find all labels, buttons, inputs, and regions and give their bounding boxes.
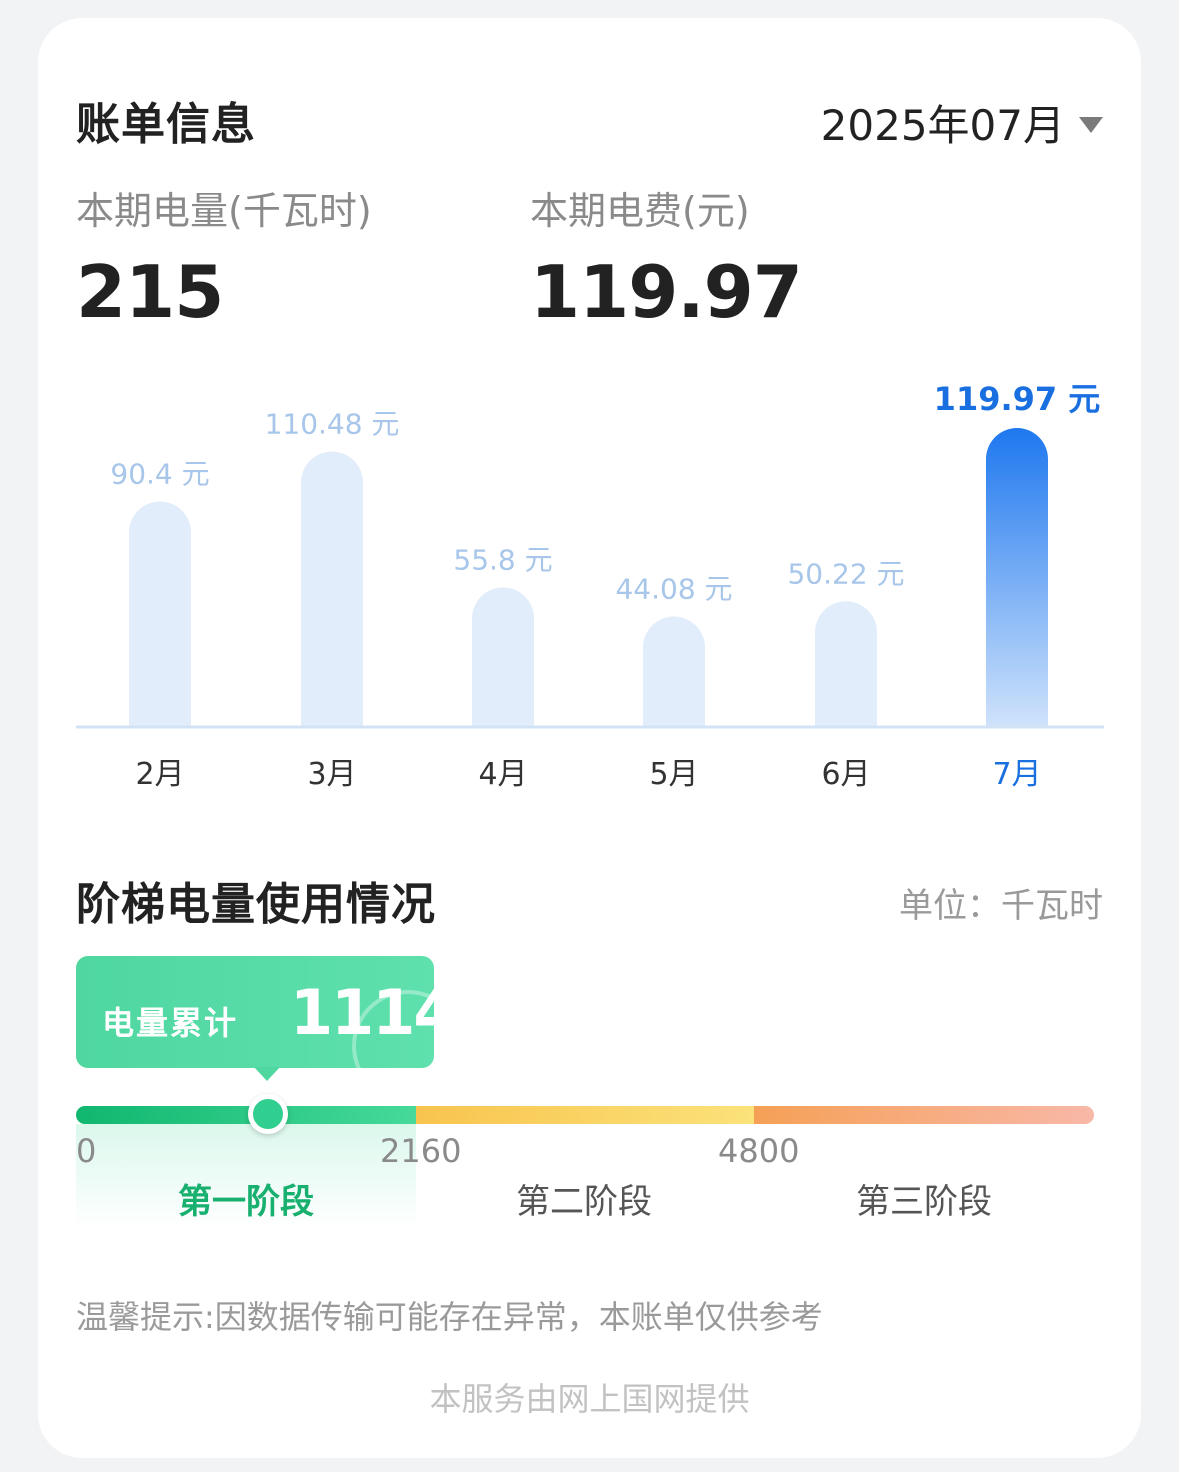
tier-bar-stage-2 xyxy=(416,1106,754,1124)
usage-position-knob[interactable] xyxy=(248,1094,288,1134)
bar-3[interactable] xyxy=(472,587,534,726)
tier-section-title: 阶梯电量使用情况 xyxy=(76,879,436,930)
stage-label-3: 第三阶段 xyxy=(856,1182,992,1222)
usage-value: 215 xyxy=(76,250,224,334)
bar-value-label-1: 90.4 元 xyxy=(110,457,209,490)
footer-text: 本服务由网上国网提供 xyxy=(429,1380,750,1418)
bill-card: 账单信息 2025年07月 本期电量(千瓦时) 215 本期电费(元) 119.… xyxy=(38,18,1141,1458)
tier-unit-label: 单位：千瓦时 xyxy=(899,886,1103,926)
fee-label: 本期电费(元) xyxy=(530,189,750,233)
category-label-6[interactable]: 7月 xyxy=(992,757,1041,792)
stage-label-1: 第一阶段 xyxy=(178,1182,314,1222)
tier-tick-4800: 4800 xyxy=(718,1132,800,1170)
dropdown-triangle-icon xyxy=(1079,116,1103,133)
bar-4[interactable] xyxy=(643,616,705,726)
bar-6[interactable] xyxy=(986,428,1048,726)
category-label-4[interactable]: 5月 xyxy=(649,757,698,792)
bar-2[interactable] xyxy=(301,451,363,726)
bar-value-label-6: 119.97 元 xyxy=(934,380,1101,418)
cumulative-usage-tooltip: 电量累计 1114 xyxy=(76,956,434,1068)
bar-value-label-2: 110.48 元 xyxy=(265,408,400,441)
bar-value-label-5: 50.22 元 xyxy=(787,557,904,590)
bar-5[interactable] xyxy=(815,601,877,726)
bar-value-label-3: 55.8 元 xyxy=(453,543,552,576)
fee-value: 119.97 xyxy=(530,250,803,334)
category-label-5[interactable]: 6月 xyxy=(821,757,870,792)
category-label-2[interactable]: 3月 xyxy=(307,757,356,792)
tier-tick-2160: 2160 xyxy=(380,1132,462,1170)
notice-text: 温馨提示:因数据传输可能存在异常，本账单仅供参考 xyxy=(76,1298,823,1336)
tooltip-arrow-icon xyxy=(254,1067,280,1081)
month-label: 2025年07月 xyxy=(820,101,1065,150)
monthly-fee-chart: 90.4 元 2月 110.48 元 3月 55.8 元 4月 44.08 元 5月 50.22… xyxy=(76,380,1104,792)
bar-value-label-4: 44.08 元 xyxy=(615,573,732,606)
bar-1[interactable] xyxy=(129,501,191,726)
stage-label-2: 第二阶段 xyxy=(516,1182,652,1222)
usage-label: 本期电量(千瓦时) xyxy=(76,189,372,233)
page-title: 账单信息 xyxy=(76,99,256,150)
month-selector[interactable]: 2025年07月 xyxy=(821,92,1103,153)
tier-bar-stage-1 xyxy=(76,1106,416,1124)
category-label-1[interactable]: 2月 xyxy=(135,757,184,792)
tier-tick-0: 0 xyxy=(76,1132,97,1170)
tier-bar-stage-3 xyxy=(754,1106,1094,1124)
category-label-3[interactable]: 4月 xyxy=(478,757,527,792)
tooltip-label: 电量累计 xyxy=(102,1004,239,1042)
